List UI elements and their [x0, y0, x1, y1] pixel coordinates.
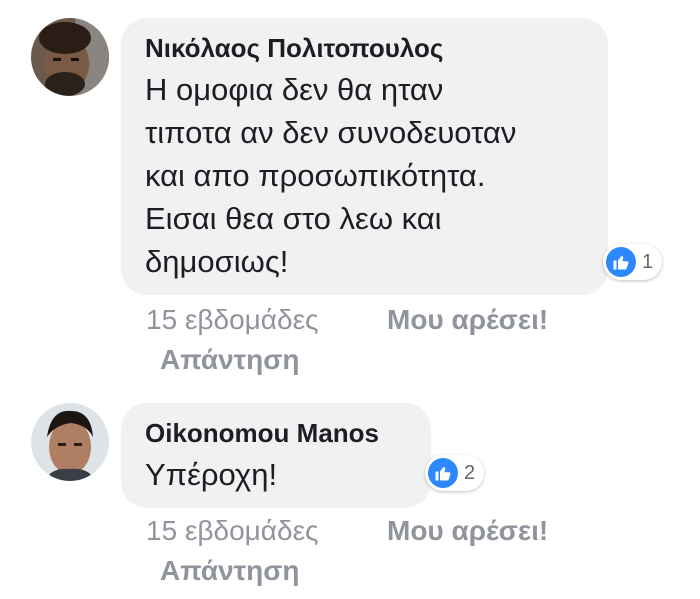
comment-meta: 15 εβδομάδες Μου αρέσει!: [146, 511, 548, 551]
avatar-photo: [31, 403, 109, 481]
like-button[interactable]: Μου αρέσει!: [387, 300, 548, 340]
reaction-summary[interactable]: 1: [603, 244, 663, 280]
comment-meta: 15 εβδομάδες Μου αρέσει!: [146, 300, 548, 340]
avatar[interactable]: [31, 403, 109, 481]
like-icon: [428, 458, 458, 488]
avatar-photo: [31, 18, 109, 96]
comment-author[interactable]: Oikonomou Manos: [145, 417, 409, 449]
reply-button[interactable]: Απάντηση: [160, 551, 300, 591]
comment-timestamp[interactable]: 15 εβδομάδες: [146, 304, 319, 335]
reply-button[interactable]: Απάντηση: [160, 340, 300, 380]
like-button[interactable]: Μου αρέσει!: [387, 511, 548, 551]
avatar[interactable]: [31, 18, 109, 96]
comment-bubble: Oikonomou Manos Υπέροχη!: [121, 403, 431, 508]
like-icon: [606, 247, 636, 277]
comment-bubble: Νικόλαος Πολιτοπουλος Η ομοφια δεν θα ητ…: [121, 18, 608, 295]
reaction-summary[interactable]: 2: [425, 455, 485, 491]
reaction-count: 2: [464, 461, 476, 484]
reaction-count: 1: [642, 250, 654, 273]
comment-text: Υπέροχη!: [145, 457, 278, 492]
comment-text: Η ομοφια δεν θα ηταν τιποτα αν δεν συνοδ…: [145, 72, 517, 279]
comment-author[interactable]: Νικόλαος Πολιτοπουλος: [145, 32, 586, 64]
comment-timestamp[interactable]: 15 εβδομάδες: [146, 515, 319, 546]
